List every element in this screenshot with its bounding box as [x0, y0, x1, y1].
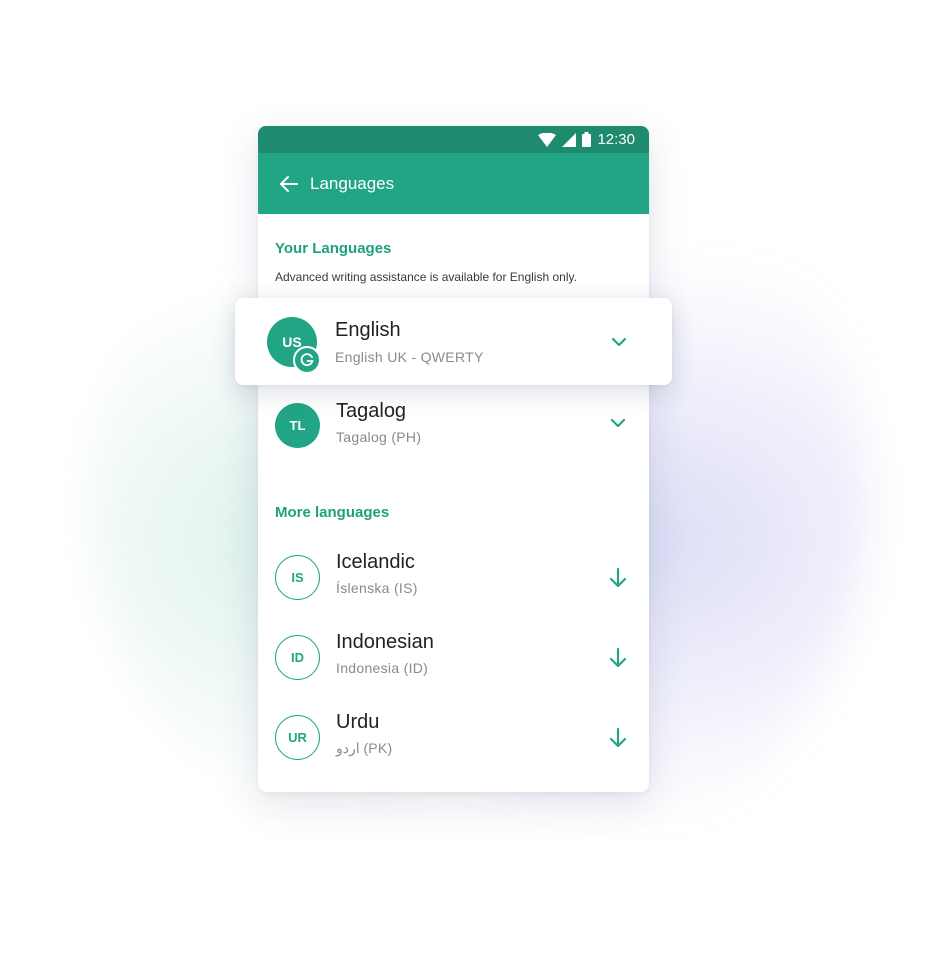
language-avatar: ID	[275, 635, 320, 680]
phone-screen: 12:30 Languages Your Languages Advanced …	[258, 126, 649, 792]
download-arrow-icon[interactable]	[605, 725, 631, 751]
download-arrow-icon[interactable]	[605, 645, 631, 671]
your-languages-heading: Your Languages	[275, 240, 392, 257]
language-row-indonesian[interactable]: ID Indonesian Indonesia (ID)	[258, 623, 649, 693]
grammarly-g-icon	[293, 346, 321, 374]
language-name: Icelandic	[336, 551, 415, 573]
language-name: Indonesian	[336, 631, 434, 653]
assistance-note: Advanced writing assistance is available…	[275, 270, 577, 284]
language-row-icelandic[interactable]: IS Icelandic Íslenska (IS)	[258, 543, 649, 613]
chevron-down-icon[interactable]	[605, 410, 631, 436]
language-avatar: UR	[275, 715, 320, 760]
language-avatar: TL	[275, 403, 320, 448]
language-avatar: IS	[275, 555, 320, 600]
wifi-icon	[538, 132, 557, 147]
language-name: English	[335, 319, 401, 341]
language-name: Tagalog	[336, 400, 407, 422]
language-row-urdu[interactable]: UR Urdu اردو (PK)	[258, 703, 649, 773]
page-title: Languages	[310, 173, 395, 193]
language-subtitle: English UK - QWERTY	[335, 349, 484, 365]
language-name: Urdu	[336, 711, 380, 733]
language-subtitle: Tagalog (PH)	[336, 429, 422, 445]
language-row-english[interactable]: US English English UK - QWERTY	[235, 298, 672, 385]
more-languages-heading: More languages	[275, 504, 390, 521]
signal-icon	[562, 132, 577, 147]
download-arrow-icon[interactable]	[605, 565, 631, 591]
language-subtitle: Indonesia (ID)	[336, 660, 429, 676]
language-row-tagalog[interactable]: TL Tagalog Tagalog (PH)	[258, 392, 649, 462]
back-arrow-icon[interactable]	[278, 175, 298, 193]
app-bar: Languages	[258, 153, 649, 214]
status-time: 12:30	[597, 131, 635, 148]
language-subtitle: Íslenska (IS)	[336, 580, 418, 596]
battery-icon	[582, 132, 592, 147]
status-bar: 12:30	[258, 126, 649, 153]
language-subtitle: اردو (PK)	[336, 740, 393, 756]
chevron-down-icon[interactable]	[606, 329, 632, 355]
